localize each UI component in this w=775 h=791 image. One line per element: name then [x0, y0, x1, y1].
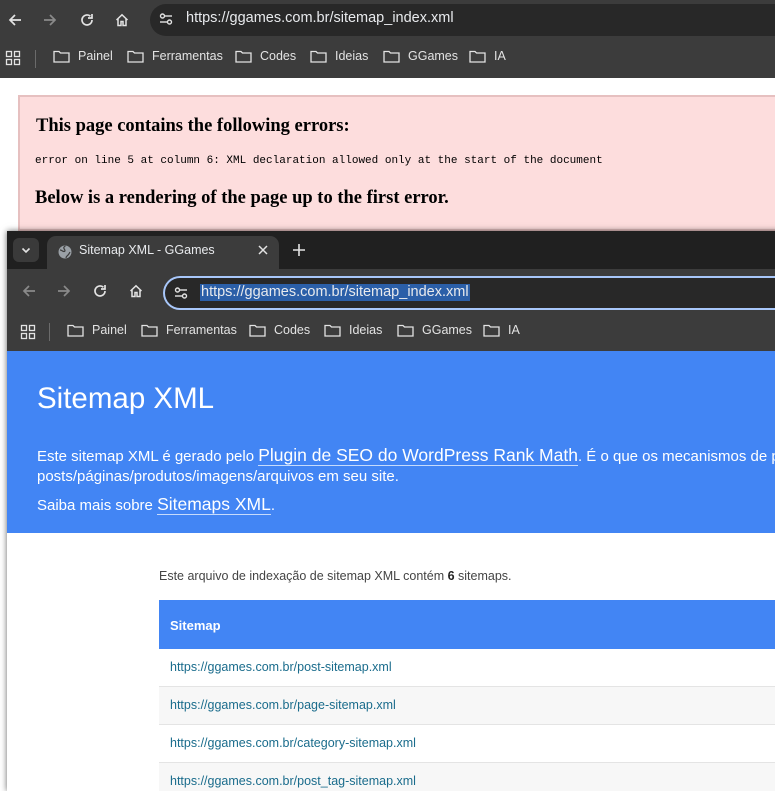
sitemap-count: 6: [447, 569, 455, 583]
bookmark-codes[interactable]: Codes: [249, 323, 310, 337]
sitemap-link[interactable]: https://ggames.com.br/page-sitemap.xml: [170, 698, 396, 712]
folder-icon: [249, 323, 266, 337]
home-icon[interactable]: [122, 277, 150, 305]
table-row: https://ggames.com.br/category-sitemap.x…: [159, 725, 775, 763]
sitemap-column-header: Sitemap: [170, 618, 221, 633]
folder-icon: [383, 49, 400, 63]
sitemap-link[interactable]: https://ggames.com.br/post-sitemap.xml: [170, 660, 392, 674]
front-bookmarks-bar: Painel Ferramentas Codes Ideias GGames I…: [7, 313, 775, 351]
table-row: https://ggames.com.br/post_tag-sitemap.x…: [159, 763, 775, 791]
bookmark-ia[interactable]: IA: [469, 49, 506, 63]
folder-icon: [67, 323, 84, 337]
sitemap-table-header: [159, 600, 775, 649]
bookmarks-separator: [49, 323, 50, 341]
bookmarks-separator: [35, 50, 36, 68]
apps-grid-icon[interactable]: [20, 324, 36, 340]
bookmark-ggames[interactable]: GGames: [383, 49, 458, 63]
folder-icon: [483, 323, 500, 337]
summary-suffix: sitemaps.: [454, 569, 512, 583]
learn-prefix: Saiba mais sobre: [37, 497, 158, 514]
bookmark-painel[interactable]: Painel: [53, 49, 113, 63]
bookmark-ferramentas[interactable]: Ferramentas: [141, 323, 237, 337]
error-message: error on line 5 at column 6: XML declara…: [35, 155, 603, 167]
intro-text-line2: posts/páginas/produtos/imagens/arquivos …: [37, 468, 399, 485]
chevron-down-icon: [21, 247, 31, 254]
bookmark-label: Painel: [92, 323, 127, 337]
bookmark-painel[interactable]: Painel: [67, 323, 127, 337]
bookmark-label: Ferramentas: [166, 323, 237, 337]
bookmark-ggames[interactable]: GGames: [397, 323, 472, 337]
table-row: https://ggames.com.br/post-sitemap.xml: [159, 649, 775, 687]
error-title: This page contains the following errors:: [36, 116, 350, 136]
folder-icon: [235, 49, 252, 63]
close-icon[interactable]: [255, 242, 271, 258]
bookmark-ia[interactable]: IA: [483, 323, 520, 337]
forward-arrow-icon[interactable]: [36, 6, 64, 34]
bookmark-ideias[interactable]: Ideias: [310, 49, 368, 63]
intro-prefix: Este sitemap XML é gerado pelo: [37, 448, 259, 465]
globe-icon: [57, 244, 73, 260]
tab-search-button[interactable]: [13, 238, 39, 262]
back-bookmarks-bar: Painel Ferramentas Codes Ideias GGames I…: [0, 40, 775, 78]
reload-icon[interactable]: [73, 6, 101, 34]
back-url-text[interactable]: https://ggames.com.br/sitemap_index.xml: [186, 10, 454, 26]
sitemap-link[interactable]: https://ggames.com.br/post_tag-sitemap.x…: [170, 774, 416, 788]
error-rendering-note: Below is a rendering of the page up to t…: [35, 188, 449, 208]
learn-suffix: .: [270, 497, 276, 514]
bookmark-ferramentas[interactable]: Ferramentas: [127, 49, 223, 63]
bookmark-label: IA: [494, 49, 506, 63]
bookmark-label: IA: [508, 323, 520, 337]
site-settings-icon[interactable]: [172, 284, 190, 302]
bookmark-ideias[interactable]: Ideias: [324, 323, 382, 337]
bookmark-label: Ferramentas: [152, 49, 223, 63]
back-arrow-icon[interactable]: [1, 6, 29, 34]
folder-icon: [127, 49, 144, 63]
reload-icon[interactable]: [86, 277, 114, 305]
xml-sitemaps-link[interactable]: Sitemaps XML: [157, 494, 271, 515]
folder-icon: [324, 323, 341, 337]
page-title: Sitemap XML: [37, 382, 215, 415]
sitemap-summary: Este arquivo de indexação de sitemap XML…: [159, 569, 512, 583]
bookmark-label: Ideias: [349, 323, 383, 337]
bookmark-label: Codes: [260, 49, 297, 63]
folder-icon: [310, 49, 327, 63]
front-url-text-selected[interactable]: https://ggames.com.br/sitemap_index.xml: [200, 284, 470, 301]
summary-prefix: Este arquivo de indexação de sitemap XML…: [159, 569, 448, 583]
bookmark-label: Ideias: [335, 49, 369, 63]
intro-suffix: . É o que os mecanismos de pes: [577, 448, 775, 465]
intro-text: Este sitemap XML é gerado pelo Plugin de…: [37, 445, 775, 466]
folder-icon: [397, 323, 414, 337]
bookmark-label: GGames: [408, 49, 459, 63]
new-tab-plus-icon[interactable]: [289, 240, 309, 260]
bookmark-codes[interactable]: Codes: [235, 49, 296, 63]
folder-icon: [469, 49, 486, 63]
bookmark-label: GGames: [422, 323, 473, 337]
rank-math-link[interactable]: Plugin de SEO do WordPress Rank Math: [258, 445, 578, 466]
home-icon[interactable]: [108, 6, 136, 34]
front-browser-window: Sitemap XML - GGames https://ggames.com.…: [7, 231, 775, 791]
back-arrow-icon[interactable]: [15, 277, 43, 305]
table-row: https://ggames.com.br/page-sitemap.xml: [159, 687, 775, 725]
learn-more-text: Saiba mais sobre Sitemaps XML.: [37, 494, 275, 515]
forward-arrow-icon[interactable]: [50, 277, 78, 305]
bookmark-label: Painel: [78, 49, 113, 63]
bookmark-label: Codes: [274, 323, 311, 337]
site-settings-icon[interactable]: [157, 10, 175, 28]
sitemap-link[interactable]: https://ggames.com.br/category-sitemap.x…: [170, 736, 416, 750]
folder-icon: [141, 323, 158, 337]
apps-grid-icon[interactable]: [5, 50, 21, 66]
tab-title: Sitemap XML - GGames: [79, 243, 215, 257]
folder-icon: [53, 49, 70, 63]
